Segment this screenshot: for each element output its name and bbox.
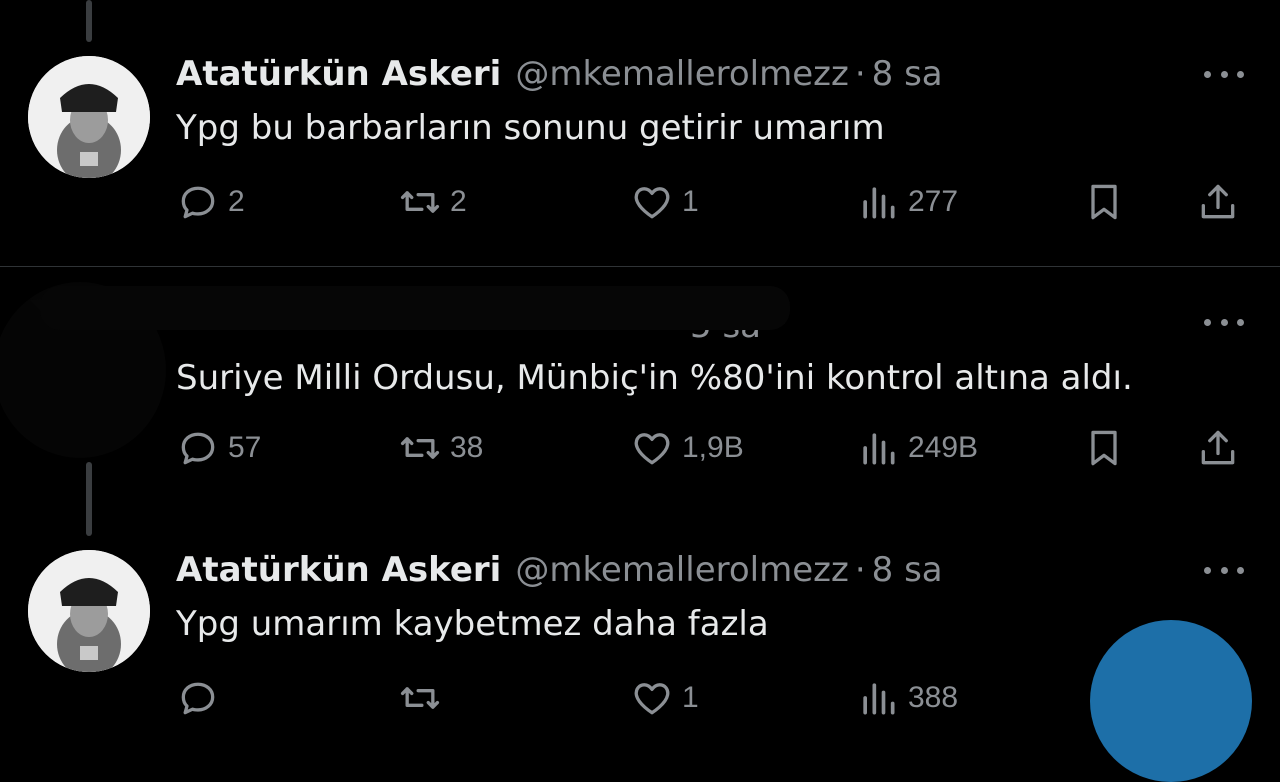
tweet-text: Ypg umarım kaybetmez daha fazla	[176, 604, 769, 644]
tweet-text: Suriye Milli Ordusu, Münbiç'in %80'ini k…	[176, 358, 1133, 398]
tweet-1[interactable]: Atatürkün Askeri @mkemallerolmezz · 8 sa…	[0, 54, 1280, 264]
reply-button[interactable]	[176, 676, 228, 720]
more-icon[interactable]	[1204, 62, 1244, 86]
views-count: 277	[908, 185, 959, 218]
tweet-text: Ypg bu barbarların sonunu getirir umarım	[176, 108, 885, 148]
like-button[interactable]: 1,9B	[630, 426, 744, 470]
action-bar: 57 38 1,9B 249B	[0, 426, 1280, 470]
tweet-header: Atatürkün Askeri @mkemallerolmezz · 8 sa	[176, 550, 943, 590]
retweet-button[interactable]: 2	[398, 180, 467, 224]
heart-icon	[630, 676, 682, 720]
share-icon	[1196, 426, 1248, 470]
views-icon	[856, 426, 908, 470]
avatar-portrait-icon	[28, 56, 150, 178]
author-handle[interactable]: @mkemallerolmezz	[515, 54, 849, 94]
retweet-button[interactable]: 38	[398, 426, 483, 470]
tweet-2[interactable]: 5 sa Suriye Milli Ordusu, Münbiç'in %80'…	[0, 300, 1280, 500]
timestamp[interactable]: 8 sa	[872, 54, 943, 94]
like-button[interactable]: 1	[630, 676, 699, 720]
retweet-count: 2	[450, 185, 467, 218]
tweet-header: Atatürkün Askeri @mkemallerolmezz · 8 sa	[176, 54, 943, 94]
more-icon[interactable]	[1204, 310, 1244, 334]
views-button[interactable]: 277	[856, 180, 958, 224]
author-handle[interactable]: @mkemallerolmezz	[515, 550, 849, 590]
reply-icon	[176, 180, 228, 224]
reply-count: 2	[228, 185, 245, 218]
reply-button[interactable]: 57	[176, 426, 261, 470]
separator-dot: ·	[854, 54, 866, 94]
author-name[interactable]: Atatürkün Askeri	[176, 54, 501, 94]
retweet-icon	[398, 180, 450, 224]
views-count: 249B	[908, 431, 979, 464]
share-button[interactable]	[1196, 180, 1248, 224]
views-count: 388	[908, 681, 959, 714]
tweet-divider	[0, 266, 1280, 267]
bookmark-icon	[1082, 180, 1134, 224]
timestamp[interactable]: 5 sa	[690, 306, 761, 346]
views-button[interactable]: 388	[856, 676, 958, 720]
reply-count: 57	[228, 431, 262, 464]
share-icon	[1196, 180, 1248, 224]
like-count: 1,9B	[682, 431, 744, 464]
views-icon	[856, 180, 908, 224]
share-button[interactable]	[1196, 426, 1248, 470]
reply-icon	[176, 426, 228, 470]
bookmark-icon	[1082, 426, 1134, 470]
avatar[interactable]	[28, 56, 150, 178]
more-icon[interactable]	[1204, 558, 1244, 582]
separator-dot: ·	[854, 550, 866, 590]
like-count: 1	[682, 185, 699, 218]
action-bar: 2 2 1 277	[0, 180, 1280, 224]
compose-fab-button[interactable]	[1090, 620, 1252, 782]
reply-icon	[176, 676, 228, 720]
author-name[interactable]: Atatürkün Askeri	[176, 550, 501, 590]
retweet-icon	[398, 426, 450, 470]
thread-line-top	[86, 0, 92, 42]
reply-button[interactable]: 2	[176, 180, 245, 224]
avatar[interactable]	[28, 550, 150, 672]
heart-icon	[630, 180, 682, 224]
tweet-header: 5 sa	[690, 306, 761, 346]
like-count: 1	[682, 681, 699, 714]
heart-icon	[630, 426, 682, 470]
tweet-3[interactable]: Atatürkün Askeri @mkemallerolmezz · 8 sa…	[0, 550, 1280, 715]
avatar-portrait-icon	[28, 550, 150, 672]
retweet-button[interactable]	[398, 676, 450, 720]
retweet-icon	[398, 676, 450, 720]
views-icon	[856, 676, 908, 720]
retweet-count: 38	[450, 431, 484, 464]
action-bar: 1 388	[0, 676, 1280, 720]
timestamp[interactable]: 8 sa	[872, 550, 943, 590]
views-button[interactable]: 249B	[856, 426, 978, 470]
bookmark-button[interactable]	[1082, 426, 1134, 470]
bookmark-button[interactable]	[1082, 180, 1134, 224]
like-button[interactable]: 1	[630, 180, 699, 224]
